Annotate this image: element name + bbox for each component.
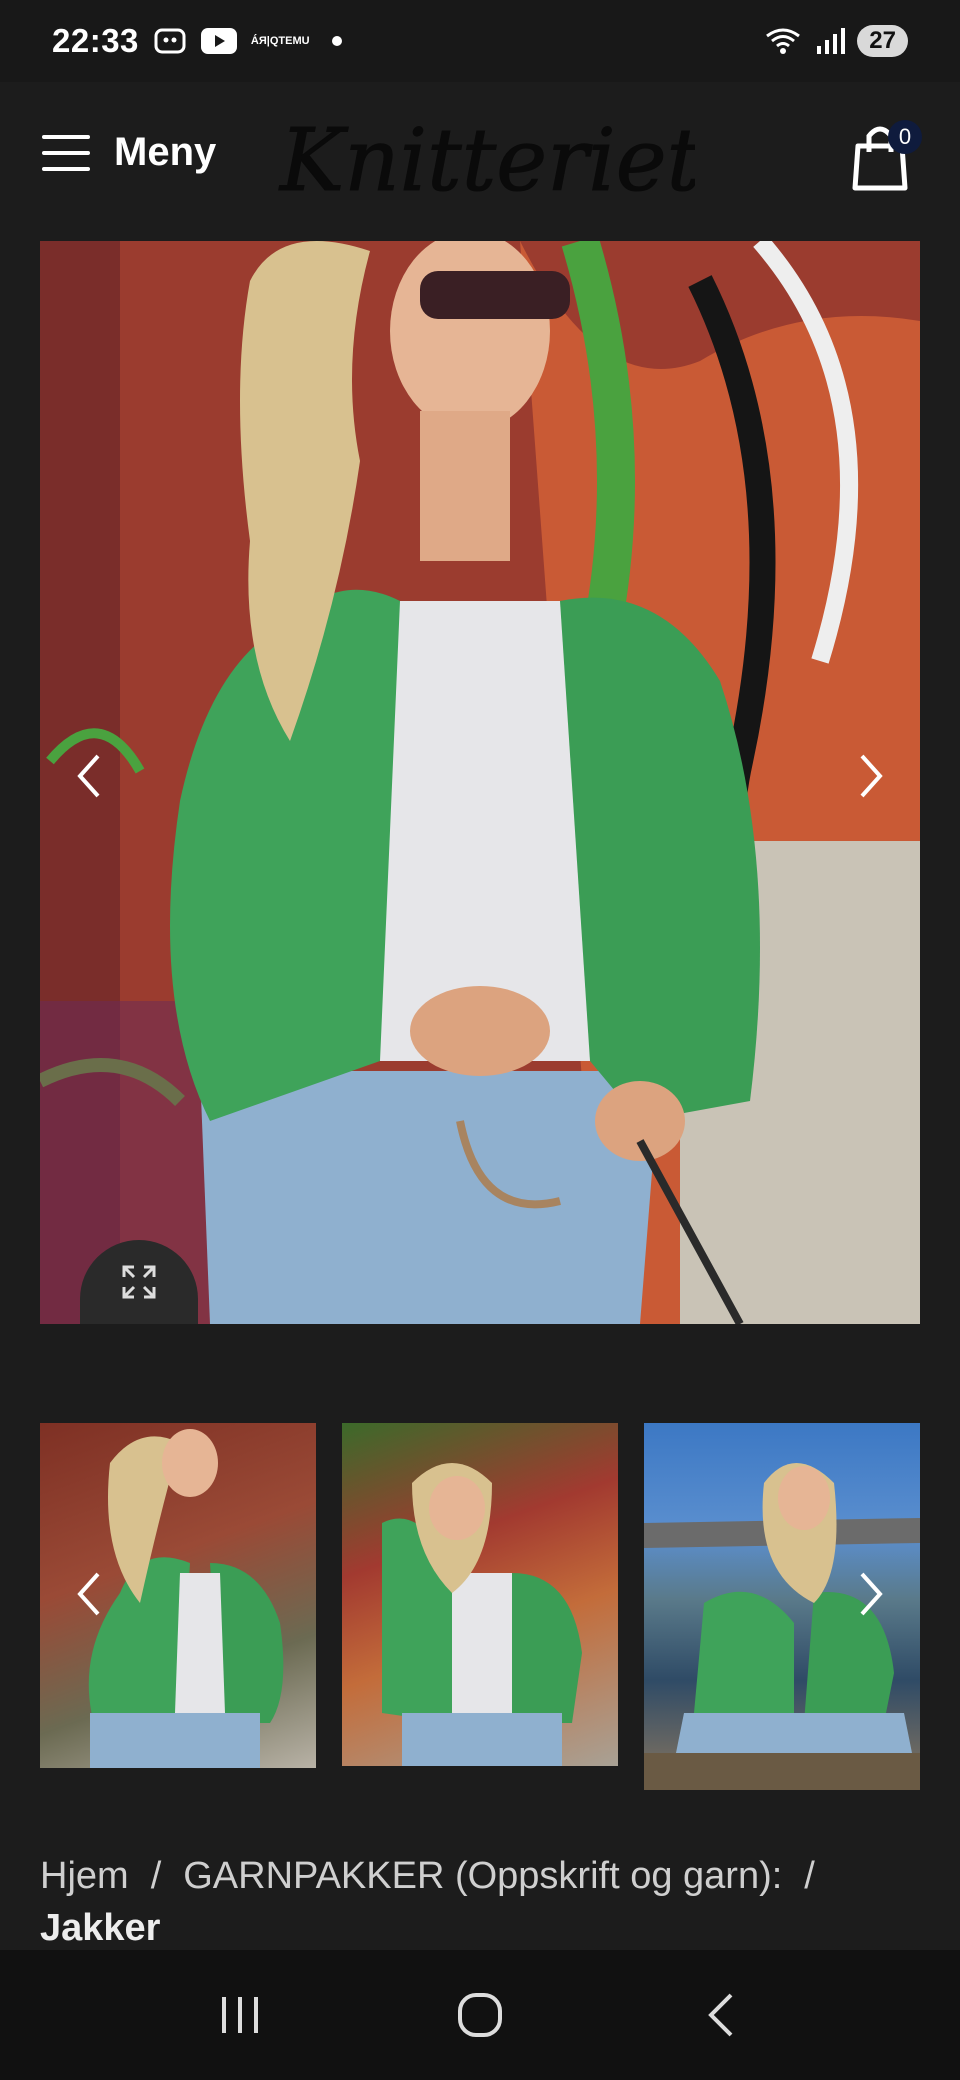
youtube-icon — [200, 28, 237, 54]
chevron-right-icon — [860, 1572, 883, 1616]
product-photo — [40, 241, 920, 1324]
notification-dot — [331, 36, 342, 46]
menu-button[interactable]: Meny — [42, 130, 216, 175]
breadcrumb: Hjem / GARNPAKKER (Oppskrift og garn): / Ja… — [40, 1855, 815, 1949]
back-button[interactable] — [670, 1975, 770, 2055]
gallery-prev-arrow[interactable] — [64, 741, 114, 811]
thumbnail-gallery — [40, 1423, 920, 1793]
svg-text:Knitteriet: Knitteriet — [278, 111, 695, 211]
gallery-next-arrow[interactable] — [846, 741, 896, 811]
product-main-image[interactable] — [40, 241, 920, 1324]
breadcrumb-category[interactable]: GARNPAKKER (Oppskrift og garn): — [183, 1855, 782, 1897]
site-header: Meny Knitteriet 0 — [0, 82, 960, 240]
status-bar: 22:33 ÁЯ|Q TEMU 27 — [0, 0, 960, 82]
battery-indicator: 27 — [857, 25, 908, 57]
cart-count-badge: 0 — [888, 120, 922, 154]
thumbnail-2[interactable] — [342, 1423, 618, 1766]
home-button[interactable] — [430, 1975, 530, 2055]
thumbs-next-arrow[interactable] — [846, 1559, 896, 1629]
wifi-icon — [763, 26, 803, 56]
menu-label: Meny — [114, 130, 217, 174]
thumbs-prev-arrow[interactable] — [64, 1559, 114, 1629]
signal-icon — [815, 26, 846, 56]
back-icon — [708, 1993, 733, 2037]
site-logo[interactable]: Knitteriet — [275, 102, 696, 217]
screenshot-icon — [153, 26, 187, 56]
recent-apps-button[interactable] — [190, 1975, 290, 2055]
hamburger-icon — [42, 134, 90, 171]
system-nav-bar — [0, 1950, 960, 2080]
chevron-left-icon — [77, 1572, 100, 1616]
chevron-right-icon — [860, 754, 883, 798]
status-time: 22:33 — [52, 22, 139, 59]
expand-icon — [122, 1265, 156, 1299]
home-icon — [458, 1993, 502, 2037]
breadcrumb-home[interactable]: Hjem — [40, 1855, 129, 1897]
breadcrumb-current: Jakker — [40, 1907, 161, 1949]
chevron-left-icon — [77, 754, 100, 798]
temu-icon: ÁЯ|Q TEMU — [250, 34, 310, 47]
recent-apps-icon — [222, 1997, 258, 2033]
